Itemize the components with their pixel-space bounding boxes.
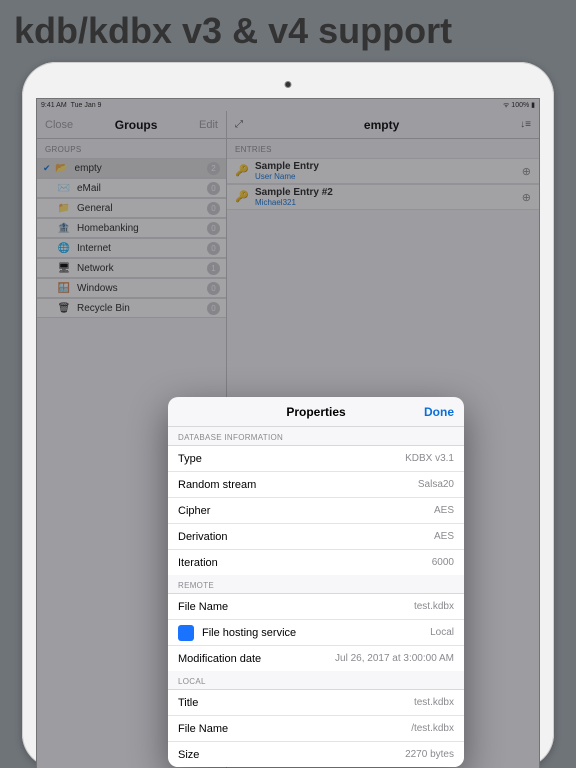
- property-value: test.kdbx: [414, 601, 454, 612]
- property-row: Type KDBX v3.1: [168, 445, 464, 471]
- property-row: Iteration 6000: [168, 549, 464, 575]
- property-value: AES: [434, 531, 454, 542]
- property-key: File Name: [178, 601, 228, 613]
- properties-sheet: Properties Done DATABASE INFORMATION Typ…: [168, 397, 464, 767]
- property-value: test.kdbx: [414, 697, 454, 708]
- property-value: 6000: [432, 557, 454, 568]
- remote-rows: File Name test.kdbx File hosting service Lo…: [168, 593, 464, 671]
- sheet-title: Properties: [208, 405, 424, 419]
- db-info-header: DATABASE INFORMATION: [168, 427, 464, 445]
- property-key: Title: [178, 697, 198, 709]
- sheet-header: Properties Done: [168, 397, 464, 427]
- property-row: Size 2270 bytes: [168, 741, 464, 767]
- property-row: Modification date Jul 26, 2017 at 3:00:00…: [168, 645, 464, 671]
- db-info-rows: Type KDBX v3.1 Random stream Salsa20 Cipher A…: [168, 445, 464, 575]
- property-row: File hosting service Local: [168, 619, 464, 645]
- property-value: KDBX v3.1: [405, 453, 454, 464]
- promo-headline: kdb/kdbx v3 & v4 support: [0, 0, 576, 60]
- property-row: File Name/test.kdbx: [168, 715, 464, 741]
- done-button[interactable]: Done: [424, 405, 454, 419]
- property-value: Jul 26, 2017 at 3:00:00 AM: [335, 653, 454, 664]
- device-frame: 9:41 AM Tue Jan 9 ᯤ 100% ▮ Close Groups …: [22, 62, 554, 768]
- property-row: Derivation AES: [168, 523, 464, 549]
- local-header: LOCAL: [168, 671, 464, 689]
- property-key: Size: [178, 749, 199, 761]
- property-key: Type: [178, 453, 202, 465]
- property-value: 2270 bytes: [405, 749, 454, 760]
- property-key: File Name: [178, 723, 228, 735]
- property-value: Salsa20: [418, 479, 454, 490]
- service-icon: [178, 625, 194, 641]
- property-value: Local: [430, 627, 454, 638]
- camera-dot: [285, 81, 292, 88]
- property-row: Title test.kdbx: [168, 689, 464, 715]
- property-key: Modification date: [178, 653, 261, 665]
- property-row: Cipher AES: [168, 497, 464, 523]
- property-key: Random stream: [178, 479, 256, 491]
- property-key: Iteration: [178, 557, 218, 569]
- property-value: /test.kdbx: [411, 723, 454, 734]
- property-key: Derivation: [178, 531, 228, 543]
- property-value: AES: [434, 505, 454, 516]
- property-key: File hosting service: [202, 627, 296, 639]
- property-row: File Name test.kdbx: [168, 593, 464, 619]
- remote-header: REMOTE: [168, 575, 464, 593]
- property-row: Random stream Salsa20: [168, 471, 464, 497]
- local-rows: Title test.kdbx File Name/test.kdbx Size 227…: [168, 689, 464, 767]
- property-key: Cipher: [178, 505, 210, 517]
